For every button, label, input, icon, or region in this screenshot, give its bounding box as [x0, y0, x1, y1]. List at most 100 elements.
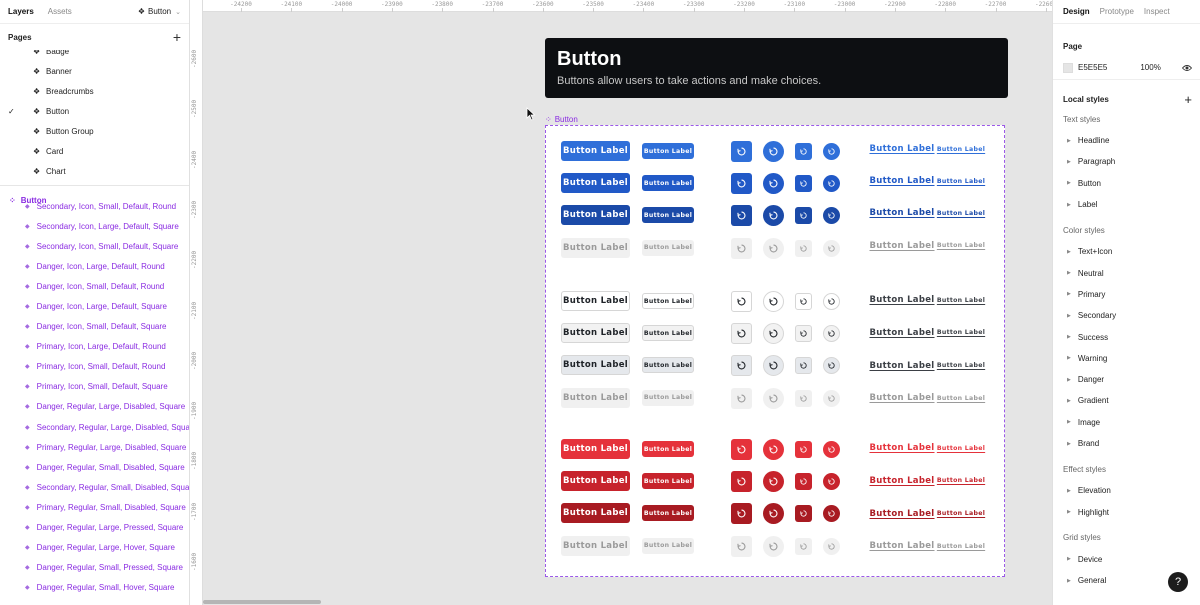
secondary-icon-button-large-round[interactable]	[763, 387, 784, 409]
primary-text-button-large[interactable]: Button Label	[869, 174, 934, 188]
layer-item[interactable]: ◆ Danger, Regular, Large, Hover, Square	[0, 538, 189, 558]
layer-item[interactable]: ◆ Primary, Icon, Large, Default, Round	[0, 337, 189, 357]
primary-icon-button-small-square[interactable]	[795, 175, 812, 193]
danger-button-large[interactable]: Button Label	[561, 471, 630, 492]
color-style-item[interactable]: ▶ Secondary	[1053, 305, 1200, 326]
secondary-icon-button-small-round[interactable]	[823, 325, 840, 343]
secondary-icon-button-large-square[interactable]	[731, 291, 752, 312]
secondary-icon-button-large-round[interactable]	[763, 323, 784, 345]
button-component-frame[interactable]: Button Label Button Label Button Label Butt…	[545, 125, 1005, 577]
secondary-button-small[interactable]: Button Label	[642, 389, 694, 406]
primary-icon-button-small-round[interactable]	[823, 175, 840, 193]
danger-icon-button-small-round[interactable]	[823, 441, 840, 458]
primary-button-small[interactable]: Button Label	[642, 239, 694, 256]
primary-text-button-large[interactable]: Button Label	[869, 239, 934, 253]
secondary-icon-button-small-round[interactable]	[823, 357, 840, 375]
color-style-item[interactable]: ▶ Danger	[1053, 369, 1200, 390]
secondary-icon-button-small-round[interactable]	[823, 389, 840, 407]
primary-button-small[interactable]: Button Label	[642, 207, 694, 224]
danger-button-small[interactable]: Button Label	[642, 537, 694, 554]
color-style-item[interactable]: ▶ Gradient	[1053, 390, 1200, 411]
danger-button-small[interactable]: Button Label	[642, 441, 694, 457]
secondary-button-small[interactable]: Button Label	[642, 357, 694, 374]
horizontal-scrollbar[interactable]	[203, 600, 321, 604]
add-style-icon[interactable]: +	[1184, 92, 1192, 107]
primary-button-large[interactable]: Button Label	[561, 205, 630, 226]
secondary-icon-button-small-square[interactable]	[795, 325, 812, 343]
danger-text-button-large[interactable]: Button Label	[869, 474, 934, 488]
effect-style-item[interactable]: ▶ Highlight	[1053, 501, 1200, 522]
canvas[interactable]: -24200 -24100 -24000 -23900 -23800 -23700 -236…	[190, 0, 1052, 605]
danger-icon-button-large-square[interactable]	[731, 535, 752, 557]
layer-item[interactable]: ◆ Danger, Regular, Small, Pressed, Square	[0, 558, 189, 578]
danger-icon-button-small-round[interactable]	[823, 505, 840, 523]
primary-text-button-small[interactable]: Button Label	[937, 207, 985, 219]
layer-item[interactable]: ◆ Danger, Regular, Small, Disabled, Squar…	[0, 457, 189, 477]
primary-text-button-small[interactable]: Button Label	[937, 240, 985, 252]
danger-text-button-large[interactable]: Button Label	[869, 441, 934, 455]
layer-item[interactable]: ◆ Secondary, Icon, Large, Default, Square	[0, 216, 189, 236]
secondary-text-button-large[interactable]: Button Label	[869, 326, 934, 340]
tab-design[interactable]: Design	[1063, 7, 1090, 16]
danger-icon-button-large-square[interactable]	[731, 503, 752, 525]
danger-text-button-small[interactable]: Button Label	[937, 540, 985, 552]
danger-icon-button-large-round[interactable]	[763, 535, 784, 557]
color-style-item[interactable]: ▶ Brand	[1053, 433, 1200, 454]
color-style-item[interactable]: ▶ Success	[1053, 326, 1200, 347]
layer-item[interactable]: ◆ Danger, Regular, Large, Pressed, Square	[0, 518, 189, 538]
primary-text-button-small[interactable]: Button Label	[937, 175, 985, 187]
danger-icon-button-small-square[interactable]	[795, 441, 812, 458]
danger-text-button-large[interactable]: Button Label	[869, 507, 934, 521]
grid-style-item[interactable]: ▶ Device	[1053, 549, 1200, 570]
danger-button-large[interactable]: Button Label	[561, 439, 630, 459]
danger-text-button-small[interactable]: Button Label	[937, 442, 985, 454]
layer-item[interactable]: ◆ Secondary, Regular, Small, Disabled, Sq…	[0, 477, 189, 497]
secondary-icon-button-large-round[interactable]	[763, 291, 784, 312]
page-item[interactable]: ❖ Banner	[0, 61, 189, 81]
page-color-swatch[interactable]	[1063, 62, 1073, 73]
primary-text-button-large[interactable]: Button Label	[869, 142, 934, 156]
add-page-icon[interactable]: +	[173, 29, 181, 45]
primary-icon-button-small-round[interactable]	[823, 207, 840, 225]
primary-text-button-small[interactable]: Button Label	[937, 143, 985, 155]
page-item[interactable]: ❖ Button Group	[0, 121, 189, 141]
primary-button-small[interactable]: Button Label	[642, 143, 694, 159]
layer-item[interactable]: ◆ Primary, Regular, Large, Disabled, Squa…	[0, 437, 189, 457]
danger-button-large[interactable]: Button Label	[561, 503, 630, 524]
danger-icon-button-small-square[interactable]	[795, 537, 812, 555]
secondary-button-large[interactable]: Button Label	[561, 323, 630, 344]
layer-item[interactable]: ◆ Danger, Regular, Small, Hover, Square	[0, 578, 189, 598]
primary-icon-button-small-square[interactable]	[795, 239, 812, 257]
page-item[interactable]: ❖ Chart	[0, 161, 189, 181]
secondary-text-button-small[interactable]: Button Label	[937, 392, 985, 404]
secondary-icon-button-large-round[interactable]	[763, 355, 784, 377]
secondary-button-large[interactable]: Button Label	[561, 355, 630, 376]
secondary-text-button-small[interactable]: Button Label	[937, 327, 985, 339]
color-style-item[interactable]: ▶ Warning	[1053, 348, 1200, 369]
text-style-item[interactable]: ▶ Label	[1053, 194, 1200, 215]
primary-button-small[interactable]: Button Label	[642, 175, 694, 192]
tab-layers[interactable]: Layers	[8, 7, 34, 16]
color-style-item[interactable]: ▶ Neutral	[1053, 262, 1200, 283]
secondary-icon-button-small-round[interactable]	[823, 293, 840, 310]
text-style-item[interactable]: ▶ Headline	[1053, 130, 1200, 151]
primary-icon-button-large-square[interactable]	[731, 173, 752, 195]
layer-item[interactable]: ◆ Danger, Icon, Large, Default, Square	[0, 296, 189, 316]
secondary-text-button-large[interactable]: Button Label	[869, 293, 934, 307]
color-style-item[interactable]: ▶ Primary	[1053, 284, 1200, 305]
primary-icon-button-large-round[interactable]	[763, 237, 784, 259]
page-item[interactable]: ❖ Breadcrumbs	[0, 81, 189, 101]
tab-prototype[interactable]: Prototype	[1100, 7, 1134, 16]
layer-item[interactable]: ◆ Danger, Icon, Small, Default, Round	[0, 276, 189, 296]
secondary-icon-button-small-square[interactable]	[795, 357, 812, 375]
header-frame[interactable]: Button Buttons allow users to take actio…	[545, 38, 1008, 98]
danger-text-button-large[interactable]: Button Label	[869, 539, 934, 553]
secondary-icon-button-large-square[interactable]	[731, 387, 752, 409]
text-style-item[interactable]: ▶ Paragraph	[1053, 151, 1200, 172]
danger-icon-button-small-round[interactable]	[823, 473, 840, 491]
danger-icon-button-large-round[interactable]	[763, 439, 784, 460]
secondary-text-button-small[interactable]: Button Label	[937, 360, 985, 372]
danger-icon-button-large-round[interactable]	[763, 471, 784, 493]
page-color-hex[interactable]: E5E5E5	[1078, 63, 1107, 72]
tab-inspect[interactable]: Inspect	[1144, 7, 1170, 16]
